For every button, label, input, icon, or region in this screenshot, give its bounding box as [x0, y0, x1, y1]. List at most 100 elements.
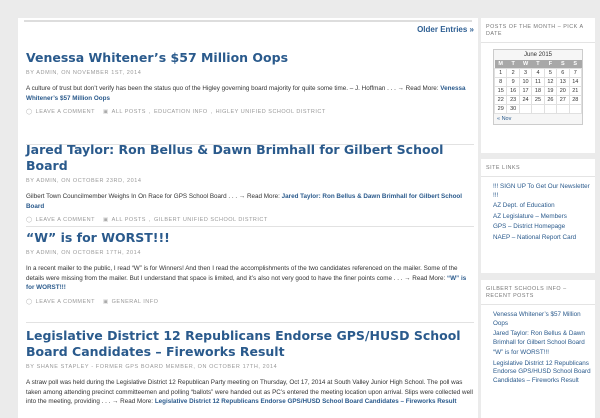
post-footer: ◯ Leave a comment ▣ General Info	[26, 299, 474, 305]
day-cell: 22	[493, 95, 508, 105]
site-link[interactable]: !!! SIGN UP To Get Our Newsletter !!!	[493, 183, 591, 200]
comment-icon: ◯	[26, 217, 33, 223]
post-title[interactable]: Jared Taylor: Ron Bellus & Dawn Brimhall…	[26, 142, 474, 174]
post-title[interactable]: Venessa Whitener’s $57 Million Oops	[26, 50, 474, 66]
day-cell	[556, 104, 570, 114]
week-row: 1234567	[493, 68, 583, 78]
day-cell: 12	[543, 77, 558, 87]
day-cell: 4	[531, 68, 545, 78]
day-cell: 17	[518, 86, 533, 96]
day-cell: 25	[531, 95, 545, 105]
post-footer: ◯ Leave a comment ▣ All Posts, Education In…	[26, 109, 326, 115]
site-link[interactable]: AZ Dept. of Education	[493, 202, 591, 211]
site-link[interactable]: AZ Legislature – Members	[493, 213, 591, 222]
category-link[interactable]: Gilbert Unified School District	[154, 217, 268, 223]
site-link[interactable]: NAEP – National Report Card	[493, 234, 591, 243]
site-links-heading: Site Links	[481, 159, 595, 177]
category-link[interactable]: Higley Unified School District	[216, 109, 326, 115]
category-link[interactable]: General Info	[112, 299, 159, 305]
excerpt-text: In a recent mailer to the public, I read…	[26, 265, 458, 282]
leave-comment-link[interactable]: Leave a comment	[36, 109, 95, 115]
category-link[interactable]: All Posts	[112, 217, 146, 223]
day-cell: 3	[518, 68, 533, 78]
recent-posts-widget: Gilbert Schools Info – Recent Posts Vene…	[481, 280, 595, 418]
day-cell: 28	[568, 95, 583, 105]
recent-posts-heading: Gilbert Schools Info – Recent Posts	[481, 280, 595, 305]
day-cell: 18	[531, 86, 545, 96]
day-cell	[518, 104, 533, 114]
older-entries-link[interactable]: Older Entries »	[417, 25, 474, 34]
calendar-table: M T W T F S S 1234567 891011121314	[493, 60, 583, 114]
leave-comment-link[interactable]: Leave a comment	[36, 299, 95, 305]
weekday: M	[494, 60, 507, 69]
week-row: 8 9 10 11 12 13 14	[493, 77, 583, 87]
calendar-prev-link[interactable]: « Nov	[494, 114, 582, 124]
day-cell: 8	[493, 77, 508, 87]
day-cell: 1	[493, 68, 508, 78]
comment-icon: ◯	[26, 109, 33, 115]
category-link[interactable]: Education Info	[154, 109, 208, 115]
post: Legislative District 12 Republicans Endo…	[26, 328, 474, 407]
read-more-link[interactable]: Legislative District 12 Republicans Endo…	[155, 398, 457, 405]
read-more-prefix: Read More:	[405, 85, 439, 92]
read-more-prefix: Read More:	[412, 274, 446, 282]
calendar-heading: Posts of the Month – Pick a Date	[481, 18, 595, 43]
weekday: W	[519, 60, 532, 69]
folder-icon: ▣	[102, 109, 109, 115]
post-excerpt: A straw poll was held during the Legisla…	[26, 378, 474, 407]
day-cell: 21	[568, 86, 583, 96]
day-cell	[531, 104, 545, 114]
post-meta: By Shane Stapley - Former GPS Board Memb…	[26, 364, 278, 370]
folder-icon: ▣	[102, 298, 109, 305]
post-footer: ◯ Leave a comment ▣ All Posts, Gilbert Unif…	[26, 217, 268, 223]
read-more-prefix: Read More:	[246, 193, 280, 200]
day-cell: 16	[506, 86, 520, 96]
post-divider	[26, 226, 474, 227]
day-cell: 14	[568, 77, 583, 87]
recent-post-link[interactable]: Legislative District 12 Republicans Endo…	[493, 360, 591, 386]
top-divider	[24, 20, 472, 22]
calendar: June 2015 M T W T F S S 1234567 8 9 10 1…	[493, 49, 583, 125]
weekday: S	[569, 60, 582, 69]
post: “W” is for WORST!!! By Admin, on October…	[26, 230, 474, 305]
weekday-row: M T W T F S S	[494, 60, 582, 69]
day-cell: 29	[493, 104, 508, 114]
excerpt-text: Gilbert Town Councilmember Weighs In On …	[26, 193, 246, 200]
comment-icon: ◯	[26, 298, 33, 305]
recent-post-link[interactable]: “W” is for WORST!!!	[493, 349, 591, 358]
day-cell: 30	[506, 104, 520, 114]
excerpt-text: A culture of trust but don’t verify has …	[26, 85, 404, 92]
recent-post-link[interactable]: Jared Taylor: Ron Bellus & Dawn Brimhall…	[493, 330, 591, 347]
week-row: 22 23 24 25 26 27 28	[493, 95, 583, 105]
day-cell: 11	[531, 77, 545, 87]
day-cell: 15	[493, 86, 508, 96]
day-cell: 6	[556, 68, 570, 78]
post-excerpt: Gilbert Town Councilmember Weighs In On …	[26, 192, 474, 211]
week-row: 15 16 17 18 19 20 21	[493, 86, 583, 96]
post-title[interactable]: “W” is for WORST!!!	[26, 230, 474, 246]
day-cell: 24	[518, 95, 533, 105]
post-title[interactable]: Legislative District 12 Republicans Endo…	[26, 328, 474, 360]
day-cell: 10	[518, 77, 533, 87]
day-cell: 9	[506, 77, 520, 87]
read-more-prefix: Read More:	[120, 398, 154, 405]
day-cell: 2	[506, 68, 520, 78]
site-link[interactable]: GPS – District Homepage	[493, 223, 591, 232]
post-meta: By Admin, on November 1st, 2014	[26, 70, 142, 76]
day-cell: 19	[543, 86, 558, 96]
calendar-caption: June 2015	[523, 52, 553, 58]
leave-comment-link[interactable]: Leave a comment	[36, 217, 95, 223]
weekday: T	[506, 60, 520, 69]
post-divider	[26, 322, 474, 323]
post-meta: By Admin, on October 23rd, 2014	[26, 178, 142, 184]
day-cell: 7	[568, 68, 583, 78]
post: Venessa Whitener’s $57 Million Oops By A…	[26, 50, 474, 115]
recent-post-link[interactable]: Venessa Whitener’s $57 Million Oops	[493, 311, 591, 328]
day-cell: 5	[543, 68, 558, 78]
site-links-list: !!! SIGN UP To Get Our Newsletter !!! AZ…	[481, 183, 595, 242]
weekday: T	[531, 60, 545, 69]
day-cell: 13	[556, 77, 570, 87]
category-link[interactable]: All Posts	[112, 109, 146, 115]
weekday: F	[544, 60, 557, 69]
post-excerpt: A culture of trust but don’t verify has …	[26, 84, 474, 103]
